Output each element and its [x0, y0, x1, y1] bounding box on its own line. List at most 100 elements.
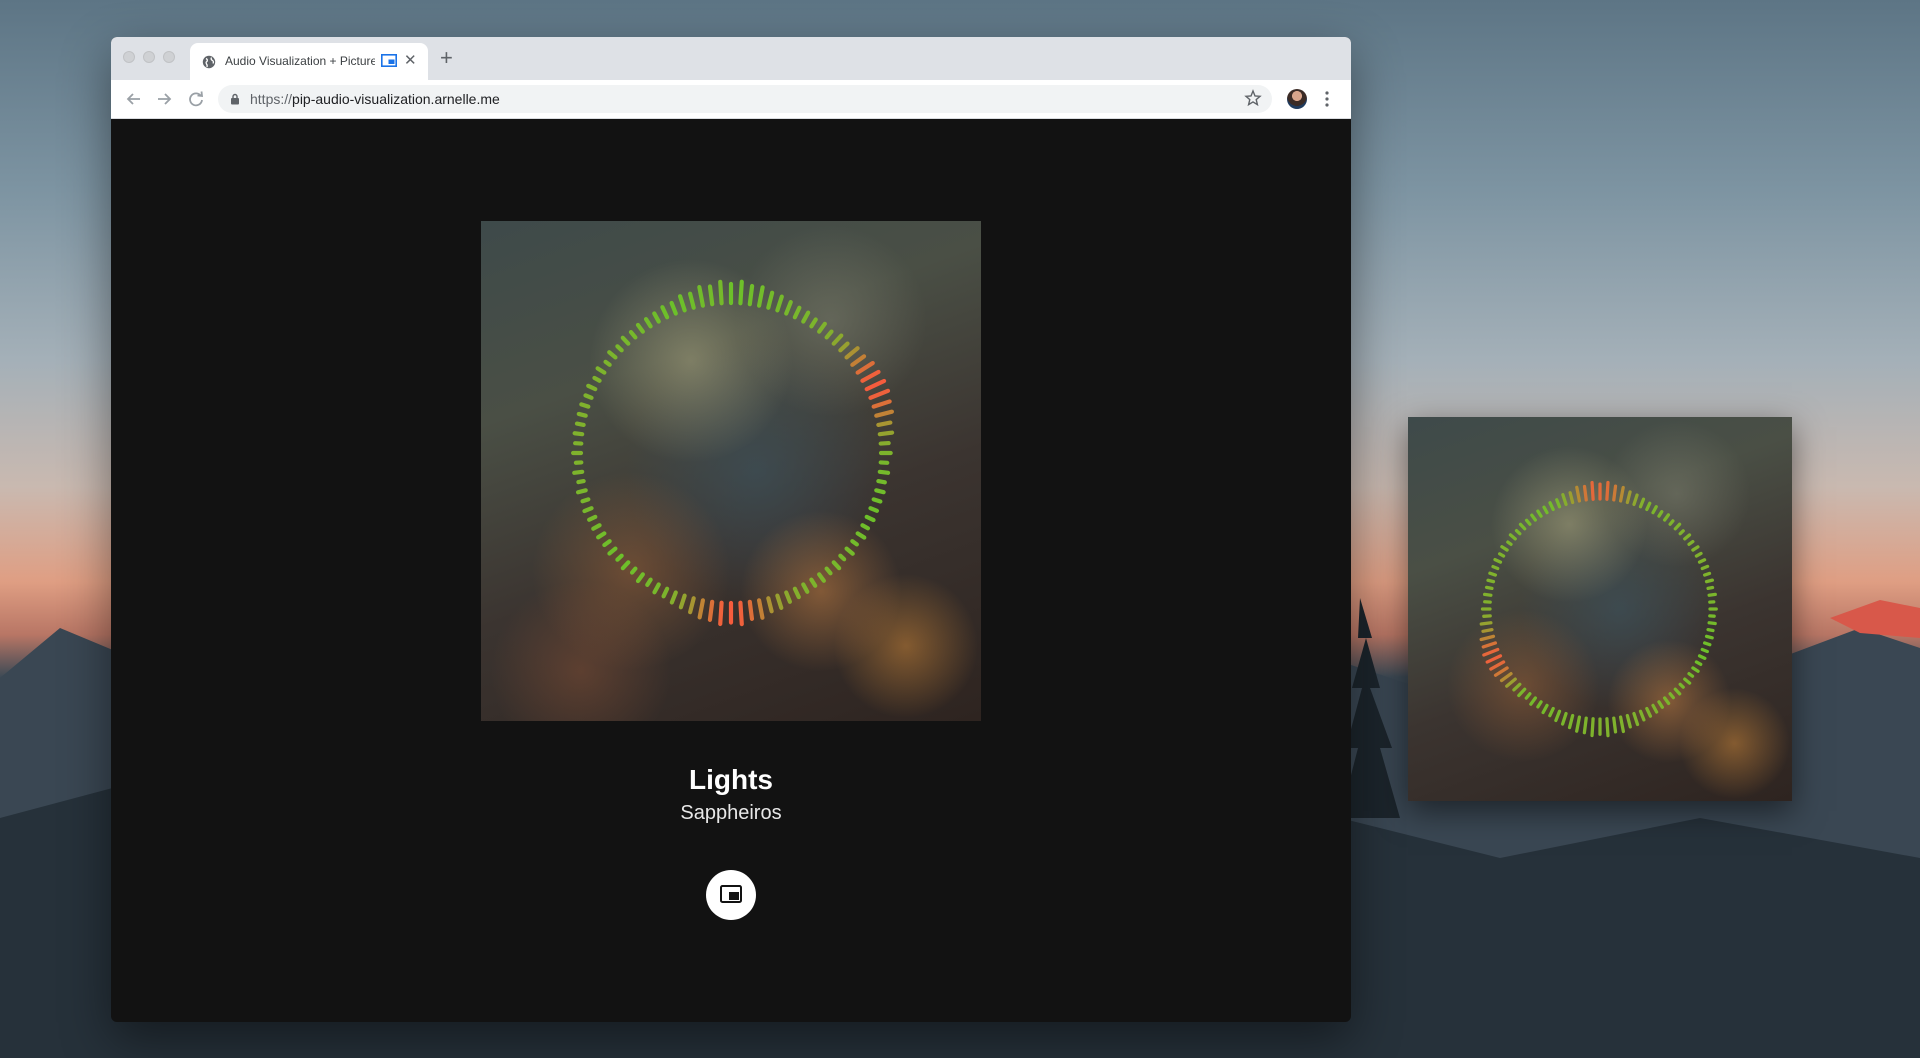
visualizer-bar — [645, 577, 653, 588]
visualizer-bar — [629, 566, 638, 575]
visualizer-bar — [1514, 528, 1522, 536]
visualizer-bar — [1575, 485, 1582, 503]
browser-toolbar: https://pip-audio-visualization.arnelle.… — [111, 80, 1351, 119]
visualizer-bar — [1632, 493, 1639, 507]
avatar[interactable] — [1287, 89, 1307, 109]
visualizer-bar — [1687, 539, 1695, 546]
visualizer-bar — [824, 566, 833, 576]
visualizer-bar — [1561, 493, 1568, 507]
visualizer-bar — [1700, 564, 1710, 571]
visualizer-bar — [603, 359, 612, 367]
visualizer-bar — [1683, 533, 1692, 541]
minimize-window-button[interactable] — [143, 51, 155, 63]
visualizer-bar — [697, 598, 705, 620]
visualizer-bar — [871, 497, 883, 504]
tab-active[interactable]: Audio Visualization + Picture-in-Picture… — [190, 43, 428, 80]
visualizer-bar — [1505, 677, 1517, 688]
url-scheme: https:// — [250, 91, 293, 107]
visualizer-bar — [1548, 501, 1555, 512]
visualizer-bar — [838, 553, 847, 562]
arrow-left-icon[interactable] — [123, 88, 145, 110]
visualizer-bar — [1638, 709, 1646, 722]
visualizer-bar — [1512, 682, 1522, 692]
visualizer-bar — [1618, 485, 1625, 503]
visualizer-bar — [661, 586, 670, 599]
visualizer-bar — [1493, 666, 1509, 677]
visualizer-bar — [844, 346, 860, 360]
visualizer-bar — [615, 344, 624, 353]
visualizer-bar — [1625, 490, 1632, 505]
visualizer-bar — [1678, 682, 1685, 689]
star-icon[interactable] — [1244, 89, 1262, 107]
visualizer-bar — [591, 523, 602, 531]
visualizer-bar — [1491, 564, 1500, 571]
visualizer-bar — [1704, 634, 1714, 640]
visualizer-bar — [1499, 672, 1513, 683]
visualizer-bar — [766, 596, 774, 614]
visualizer-bar — [1529, 696, 1537, 706]
reload-icon[interactable] — [185, 88, 207, 110]
visualizer-bar — [576, 411, 588, 418]
visualizer-bar — [595, 366, 607, 375]
visualizer-bar — [635, 322, 645, 334]
visualizer-bar — [878, 440, 891, 446]
visualizer-bar — [628, 329, 638, 340]
lock-icon[interactable] — [230, 93, 240, 105]
visualizer-bar — [582, 506, 594, 514]
visualizer-bar — [1554, 709, 1562, 723]
visualizer-bar — [1645, 706, 1653, 718]
visualizer-bar — [877, 430, 895, 437]
visualizer-bar — [874, 409, 894, 418]
visualizer-bar — [1479, 634, 1496, 642]
visualizer-bar — [1567, 713, 1575, 730]
visualizer-bar — [792, 586, 801, 600]
visualizer-bar — [1582, 484, 1588, 502]
visualizer-bar — [871, 399, 892, 409]
address-bar[interactable]: https://pip-audio-visualization.arnelle.… — [218, 85, 1272, 113]
visualizer-bar — [1508, 533, 1517, 541]
visualizer-bar — [784, 590, 793, 604]
visualizer-bar — [1489, 660, 1506, 671]
visualizer-bar — [1605, 717, 1610, 738]
close-window-button[interactable] — [123, 51, 135, 63]
visualizer-bar — [1673, 522, 1682, 531]
kebab-menu-icon[interactable] — [1325, 90, 1329, 108]
visualizer-bar — [652, 311, 661, 324]
visualizer-bar — [1704, 578, 1715, 584]
pip-audio-visualizer — [1479, 480, 1718, 738]
visualizer-bar — [784, 300, 793, 316]
zoom-window-button[interactable] — [163, 51, 175, 63]
new-tab-button[interactable]: + — [440, 46, 453, 70]
visualizer-bar — [850, 354, 867, 367]
visualizer-bar — [1590, 717, 1595, 738]
visualizer-bar — [1517, 687, 1527, 698]
visualizer-bar — [1651, 505, 1658, 515]
visualizer-bar — [707, 599, 715, 622]
pip-window[interactable] — [1408, 417, 1792, 801]
picture-in-picture-button[interactable] — [706, 870, 756, 920]
picture-in-picture-icon[interactable] — [381, 54, 397, 67]
visualizer-bar — [669, 590, 678, 605]
visualizer-bar — [1657, 510, 1664, 518]
visualizer-bar — [607, 350, 618, 360]
visualizer-bar — [1542, 505, 1549, 515]
visualizer-bar — [864, 514, 876, 523]
visualizer-bar — [1663, 513, 1671, 522]
visualizer-bar — [868, 506, 880, 513]
audio-visualizer — [571, 279, 895, 627]
visualizer-bar — [1678, 529, 1685, 536]
visualizer-bar — [669, 300, 678, 316]
visualizer-bar — [757, 285, 765, 308]
visualizer-bar — [809, 317, 818, 329]
visualizer-bar — [607, 546, 618, 556]
visualizer-bar — [817, 572, 826, 583]
close-tab-icon[interactable]: ✕ — [404, 52, 417, 70]
visualizer-bar — [801, 582, 810, 594]
visualizer-bar — [707, 284, 715, 307]
visualizer-bar — [775, 593, 784, 610]
visualizer-bar — [1691, 545, 1700, 552]
visualizer-bar — [1691, 666, 1700, 673]
visualizer-bar — [860, 523, 871, 531]
visualizer-bar — [747, 283, 755, 307]
arrow-right-icon[interactable] — [153, 88, 175, 110]
